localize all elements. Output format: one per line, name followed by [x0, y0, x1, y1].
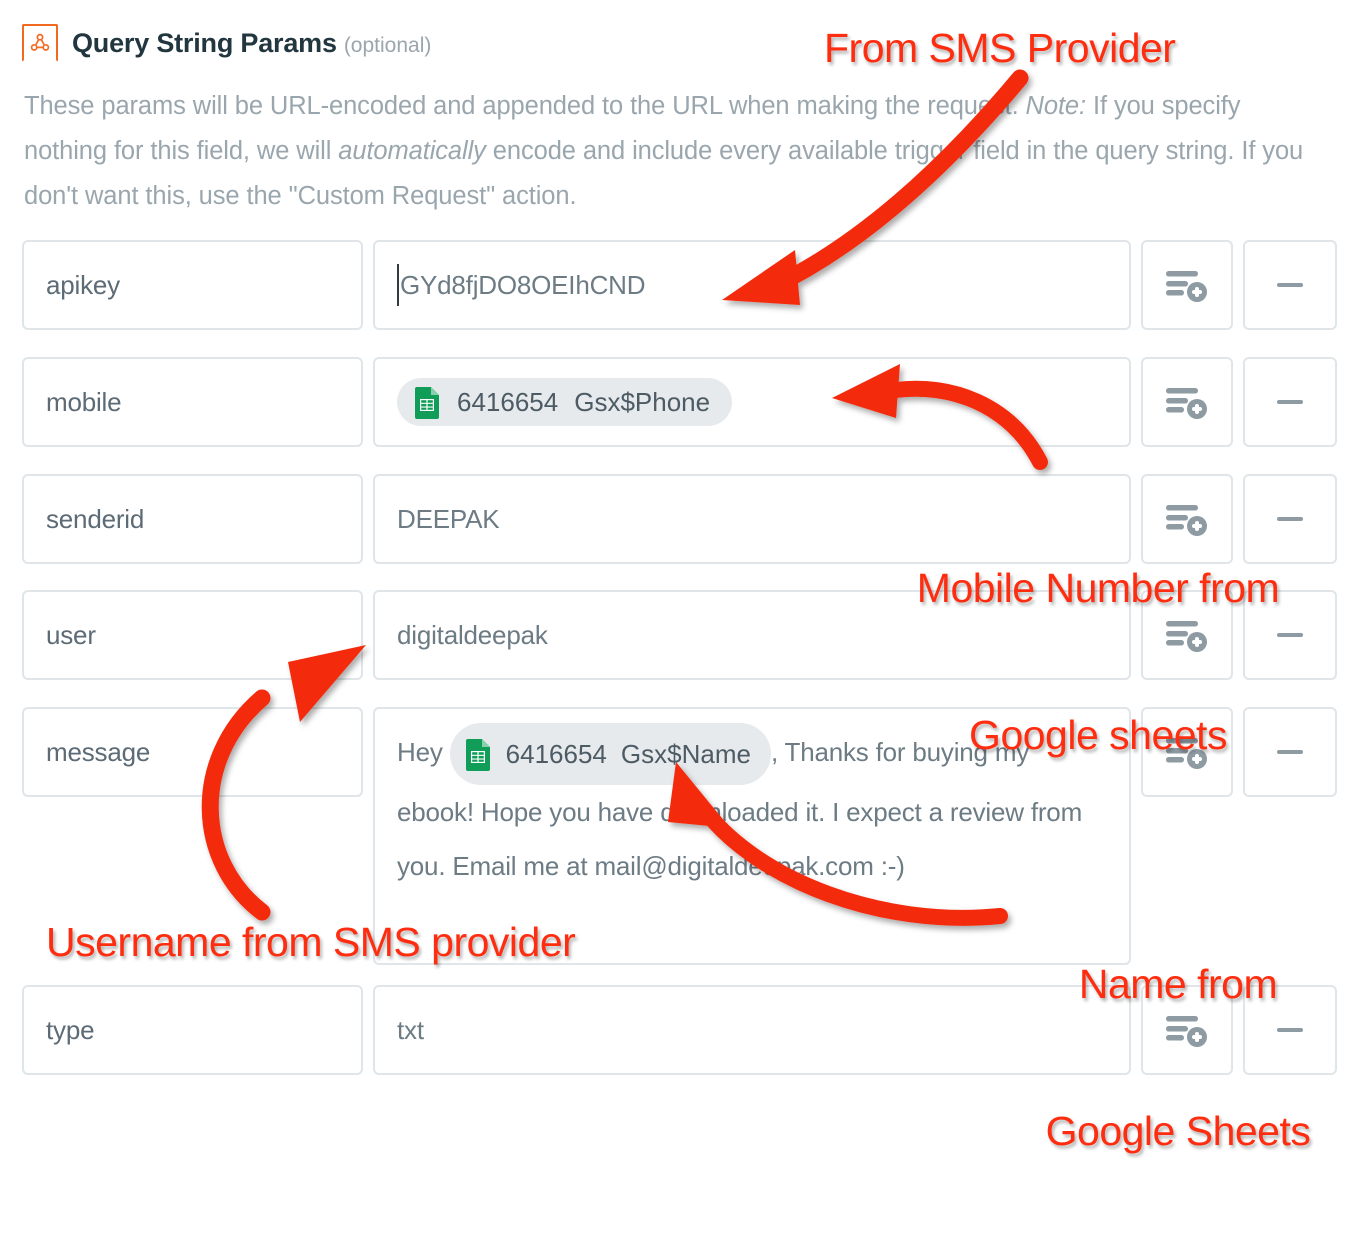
description-automatically: automatically — [338, 137, 486, 165]
minus-icon — [1277, 283, 1303, 287]
description-note: Note: — [1025, 92, 1087, 120]
param-key-text: message — [46, 736, 151, 767]
param-value-text: DEEPAK — [397, 503, 500, 534]
param-row-apikey: apikey GYd8fjDO8OEIhCND — [22, 240, 1337, 330]
param-key-text: type — [46, 1014, 95, 1045]
optional-label: (optional) — [343, 33, 432, 57]
panel-title-text: Query String Params — [72, 27, 337, 58]
param-key-text: mobile — [46, 386, 122, 417]
param-key-input-senderid[interactable]: senderid — [22, 474, 363, 564]
query-string-params-panel: Query String Params (optional) These para… — [0, 0, 1370, 1154]
annotation-from-sms-provider: From SMS Provider — [824, 25, 1176, 71]
annotation-line-2: Google Sheets — [1045, 1108, 1311, 1154]
param-key-text: user — [46, 619, 96, 650]
insert-field-button-apikey[interactable] — [1141, 240, 1233, 330]
param-key-input-message[interactable]: message — [22, 707, 363, 797]
param-key-text: apikey — [46, 269, 120, 300]
token-pill-phone[interactable]: 6416654 Gsx$Phone — [397, 378, 733, 426]
param-value-text: txt — [397, 1014, 424, 1045]
annotation-mobile-number: Mobile Number from Google sheets — [868, 466, 1328, 858]
insert-field-icon — [1166, 271, 1207, 302]
text-cursor — [397, 264, 399, 306]
annotation-line-1: Name from — [1078, 961, 1278, 1007]
param-key-input-apikey[interactable]: apikey — [22, 240, 363, 330]
webhook-icon — [22, 24, 58, 62]
insert-field-icon — [1166, 388, 1207, 419]
param-key-input-type[interactable]: type — [22, 985, 363, 1075]
annotation-username-from-sms-provider: Username from SMS provider — [46, 919, 576, 965]
param-key-input-mobile[interactable]: mobile — [22, 357, 363, 447]
param-value-text: digitaldeepak — [397, 619, 548, 650]
minus-icon — [1277, 400, 1303, 404]
panel-description: These params will be URL-encoded and app… — [24, 84, 1314, 219]
annotation-name-from-google-sheets: Name from Google Sheets — [1002, 862, 1354, 1254]
param-row-mobile: mobile 6416654 Gsx$Phone — [22, 357, 1337, 447]
panel-header: Query String Params (optional) — [22, 24, 431, 62]
token-field: Gsx$Name — [620, 739, 751, 769]
token-id: 6416654 — [505, 739, 607, 769]
insert-field-button-mobile[interactable] — [1141, 357, 1233, 447]
annotation-line-2: Google sheets — [969, 712, 1227, 758]
param-value-text: GYd8fjDO8OEIhCND — [400, 269, 646, 300]
token-id: 6416654 — [457, 386, 559, 417]
param-value-input-apikey[interactable]: GYd8fjDO8OEIhCND — [373, 240, 1131, 330]
google-sheets-icon — [465, 739, 490, 771]
remove-param-button-apikey[interactable] — [1243, 240, 1337, 330]
remove-param-button-mobile[interactable] — [1243, 357, 1337, 447]
annotation-line-1: Mobile Number from — [916, 565, 1280, 611]
token-field: Gsx$Phone — [574, 386, 711, 417]
token-pill-name[interactable]: 6416654 Gsx$Name — [449, 723, 771, 785]
param-value-input-mobile[interactable]: 6416654 Gsx$Phone — [373, 357, 1131, 447]
page-title: Query String Params (optional) — [72, 28, 431, 59]
google-sheets-icon — [415, 387, 439, 419]
description-part-1: These params will be URL-encoded and app… — [24, 92, 1026, 120]
param-key-input-user[interactable]: user — [22, 590, 363, 680]
message-prefix: Hey — [397, 736, 450, 767]
param-key-text: senderid — [46, 503, 145, 534]
